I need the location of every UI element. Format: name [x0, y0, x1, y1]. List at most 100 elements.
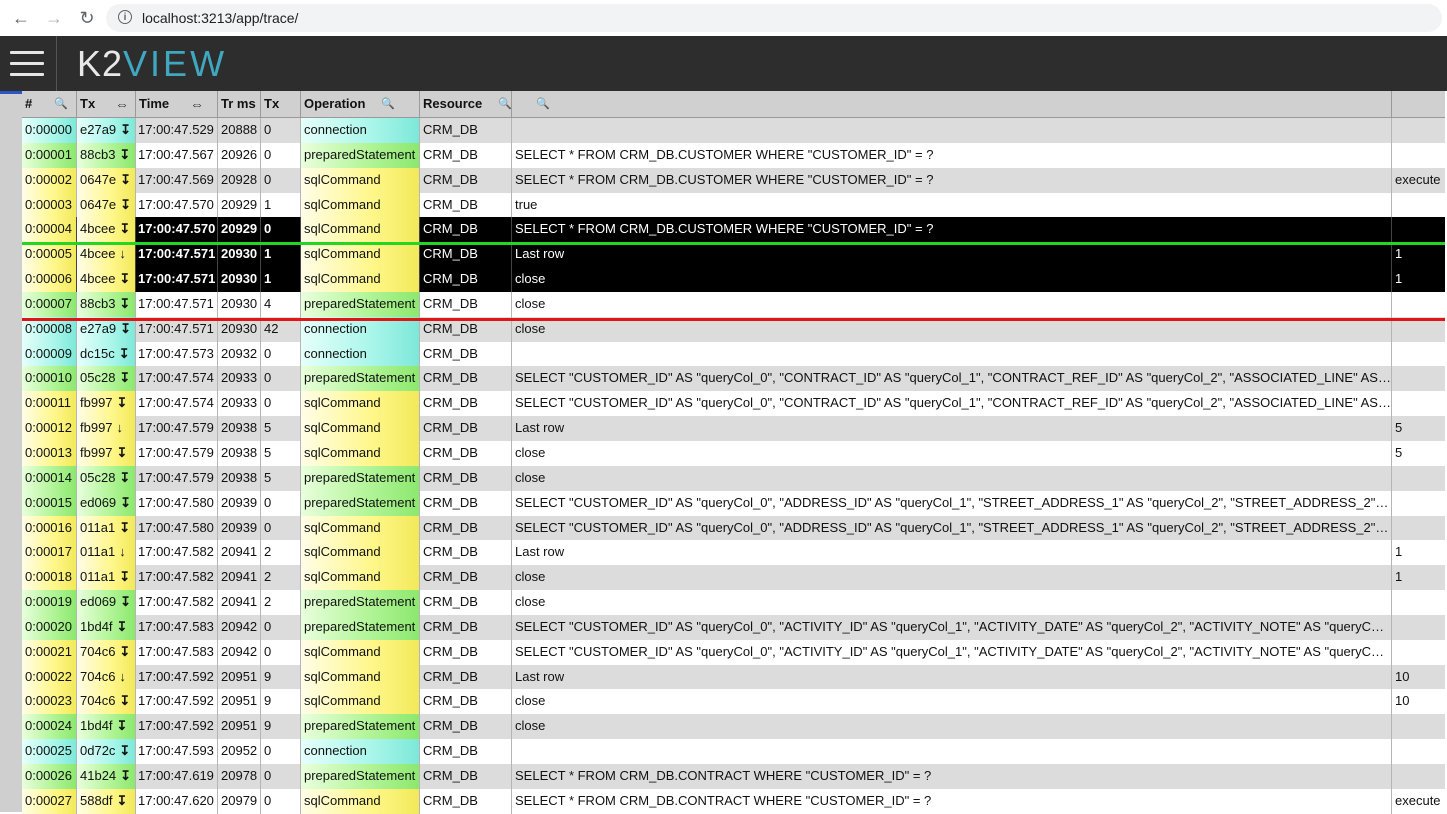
cell-tx-ms: 5 — [261, 465, 301, 491]
cell-detail — [512, 118, 1392, 143]
arrow-down-icon[interactable]: ↧ — [120, 168, 131, 192]
address-bar[interactable]: i localhost:3213/app/trace/ — [106, 4, 1442, 32]
cell-num: 0:00012 — [22, 416, 77, 441]
forward-button[interactable]: → — [42, 6, 66, 30]
cell-tx: 88cb3 ↧ — [77, 291, 136, 317]
column-header-tx[interactable]: Tx ⇔ — [77, 91, 136, 117]
search-icon[interactable]: 🔍 — [536, 91, 550, 117]
table-row[interactable]: 0:00019 ed069 ↧ 17:00:47.582 20941 2 preparedS… — [22, 590, 1445, 615]
reload-button[interactable]: ↻ — [75, 6, 99, 30]
arrow-down-icon[interactable]: ↧ — [120, 590, 131, 614]
cell-detail: close — [512, 714, 1392, 740]
arrow-down-icon[interactable]: ↧ — [119, 143, 130, 167]
tx-id: 4bcee — [80, 246, 116, 262]
cell-tr-ms: 20932 — [218, 341, 261, 367]
arrow-down-icon[interactable]: ↧ — [120, 118, 131, 142]
table-row[interactable]: 0:00001 88cb3 ↧ 17:00:47.567 20926 0 preparedS… — [22, 142, 1445, 168]
search-icon[interactable]: 🔍 — [381, 91, 395, 117]
arrow-down-icon[interactable]: ↓ — [119, 540, 126, 564]
column-header-extra[interactable] — [1392, 91, 1445, 117]
resize-arrows-icon[interactable]: ⇔ — [190, 91, 204, 117]
table-row[interactable]: 0:00024 1bd4f ↧ 17:00:47.592 20951 9 preparedS… — [22, 714, 1445, 740]
table-row[interactable]: 0:00010 05c28 ↧ 17:00:47.574 20933 0 preparedS… — [22, 366, 1445, 392]
cell-detail — [512, 739, 1392, 764]
search-icon[interactable]: 🔍 — [498, 91, 512, 117]
cell-tx: 588df ↧ — [77, 788, 136, 814]
table-row[interactable]: 0:00012 fb997 ↓ 17:00:47.579 20938 5 sqlComman… — [22, 416, 1445, 441]
table-row[interactable]: 0:00000 e27a9 ↧ 17:00:47.529 20888 0 connectio… — [22, 118, 1445, 143]
arrow-down-icon[interactable]: ↧ — [119, 689, 130, 713]
column-header-trms[interactable]: Tr ms — [218, 91, 261, 117]
arrow-down-icon[interactable]: ↧ — [119, 739, 130, 763]
table-row[interactable]: 0:00015 ed069 ↧ 17:00:47.580 20939 0 preparedS… — [22, 490, 1445, 516]
table-row[interactable]: 0:00002 0647e ↧ 17:00:47.569 20928 0 sqlComman… — [22, 167, 1445, 193]
table-row[interactable]: 0:00020 1bd4f ↧ 17:00:47.583 20942 0 preparedS… — [22, 614, 1445, 640]
column-header-operation[interactable]: Operation 🔍 — [301, 91, 420, 117]
cell-operation: sqlCommand — [301, 416, 420, 441]
table-row[interactable]: 0:00003 0647e ↧ 17:00:47.570 20929 1 sqlComman… — [22, 192, 1445, 218]
table-row[interactable]: 0:00021 704c6 ↧ 17:00:47.583 20942 0 sqlComman… — [22, 639, 1445, 665]
arrow-down-icon[interactable]: ↧ — [119, 466, 130, 490]
arrow-down-icon[interactable]: ↧ — [117, 391, 128, 415]
table-row[interactable]: 0:00018 011a1 ↧ 17:00:47.582 20941 2 sqlComman… — [22, 565, 1445, 591]
arrow-down-icon[interactable]: ↧ — [119, 342, 130, 366]
table-row[interactable]: 0:00011 fb997 ↧ 17:00:47.574 20933 0 sqlComman… — [22, 391, 1445, 417]
table-row[interactable]: 0:00005 4bcee ↓ 17:00:47.571 20930 1 sqlComman… — [22, 242, 1445, 268]
table-row[interactable]: 0:00009 dc15c ↧ 17:00:47.573 20932 0 connectio… — [22, 341, 1445, 367]
info-icon[interactable]: i — [118, 10, 132, 24]
table-row[interactable]: 0:00016 011a1 ↧ 17:00:47.580 20939 0 sqlComman… — [22, 515, 1445, 541]
column-header-num[interactable]: # 🔍 — [22, 91, 77, 117]
arrow-down-icon[interactable]: ↧ — [119, 217, 130, 241]
column-header-time[interactable]: Time ⇔ — [136, 91, 218, 117]
table-row[interactable]: 0:00017 011a1 ↓ 17:00:47.582 20941 2 sqlComman… — [22, 540, 1445, 566]
arrow-down-icon[interactable]: ↧ — [117, 441, 128, 465]
arrow-down-icon[interactable]: ↧ — [117, 615, 128, 639]
cell-tr-ms: 20888 — [218, 118, 261, 143]
column-header-txms[interactable]: Tx ms — [261, 91, 301, 137]
table-row[interactable]: 0:00025 0d72c ↧ 17:00:47.593 20952 0 connectio… — [22, 739, 1445, 764]
arrow-down-icon[interactable]: ↧ — [119, 565, 130, 589]
back-button[interactable]: ← — [9, 6, 33, 30]
arrow-down-icon[interactable]: ↓ — [119, 242, 126, 266]
cell-num: 0:00025 — [22, 739, 77, 764]
arrow-down-icon[interactable]: ↧ — [120, 193, 131, 217]
arrow-down-icon[interactable]: ↧ — [119, 366, 130, 390]
table-row[interactable]: 0:00023 704c6 ↧ 17:00:47.592 20951 9 sqlComman… — [22, 689, 1445, 715]
column-header-resource[interactable]: Resource 🔍 — [420, 91, 512, 117]
arrow-down-icon[interactable]: ↓ — [119, 665, 126, 689]
cell-extra: 5 — [1395, 420, 1403, 436]
table-row[interactable]: 0:00026 41b24 ↧ 17:00:47.619 20978 0 preparedS… — [22, 763, 1445, 789]
arrow-down-icon[interactable]: ↧ — [120, 491, 131, 515]
table-row[interactable]: 0:00022 704c6 ↓ 17:00:47.592 20951 9 sqlComman… — [22, 664, 1445, 690]
column-header-detail[interactable]: 🔍 — [512, 91, 1392, 117]
cell-tx: 4bcee ↧ — [77, 267, 136, 292]
cell-num: 0:00021 — [22, 639, 77, 665]
table-row[interactable]: 0:00006 4bcee ↧ 17:00:47.571 20930 1 sqlComman… — [22, 267, 1445, 292]
resize-arrows-icon[interactable]: ⇔ — [115, 91, 129, 117]
cell-num: 0:00009 — [22, 341, 77, 367]
cell-time: 17:00:47.529 — [136, 118, 218, 143]
arrow-down-icon[interactable]: ↧ — [117, 714, 128, 738]
table-row[interactable]: 0:00013 fb997 ↧ 17:00:47.579 20938 5 sqlComman… — [22, 440, 1445, 466]
arrow-down-icon[interactable]: ↧ — [119, 640, 130, 664]
cell-operation: connection — [301, 341, 420, 367]
cell-operation: sqlCommand — [301, 689, 420, 715]
table-row[interactable]: 0:00014 05c28 ↧ 17:00:47.579 20938 5 preparedS… — [22, 465, 1445, 491]
cell-time: 17:00:47.570 — [136, 217, 218, 243]
menu-icon[interactable] — [10, 51, 44, 77]
table-row[interactable]: 0:00004 4bcee ↧ 17:00:47.570 20929 0 sqlComman… — [22, 217, 1445, 243]
arrow-down-icon[interactable]: ↧ — [119, 292, 130, 316]
header-divider — [56, 36, 57, 91]
cell-extra: 5 — [1395, 444, 1403, 460]
cell-num: 0:00005 — [22, 242, 77, 268]
arrow-down-icon[interactable]: ↧ — [119, 267, 130, 291]
arrow-down-icon[interactable]: ↧ — [120, 764, 131, 788]
table-row[interactable]: 0:00027 588df ↧ 17:00:47.620 20979 0 sqlComman… — [22, 788, 1445, 814]
table-row[interactable]: 0:00007 88cb3 ↧ 17:00:47.571 20930 4 preparedS… — [22, 291, 1445, 317]
arrow-down-icon[interactable]: ↓ — [117, 416, 124, 440]
cell-tx: 1bd4f ↧ — [77, 614, 136, 640]
search-icon[interactable]: 🔍 — [54, 91, 68, 117]
arrow-down-icon[interactable]: ↧ — [117, 789, 128, 813]
cell-time: 17:00:47.574 — [136, 366, 218, 392]
arrow-down-icon[interactable]: ↧ — [119, 516, 130, 540]
